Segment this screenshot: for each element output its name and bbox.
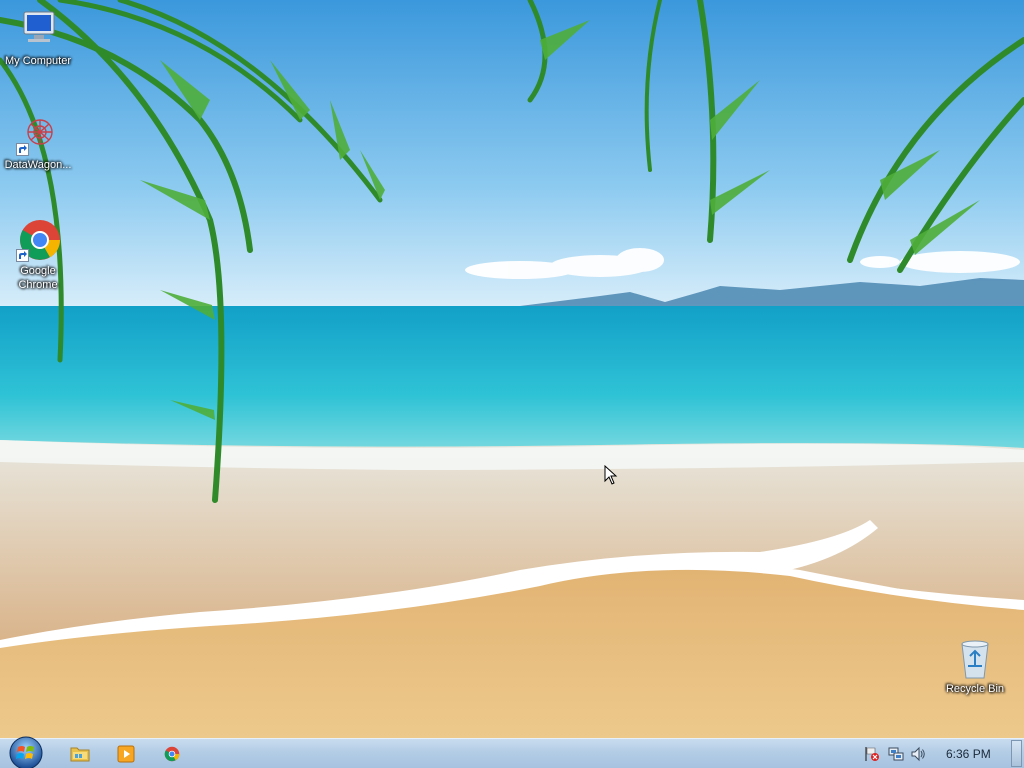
recycle-bin-icon [953,636,997,680]
shortcut-arrow-icon [16,143,29,156]
media-player-icon [117,745,135,763]
action-center-flag-icon[interactable] [864,746,880,762]
desktop-icon-label: My Computer [4,55,72,67]
network-icon[interactable] [888,746,904,762]
taskbar-pin-media-player[interactable] [106,741,146,767]
folder-icon [70,747,90,762]
desktop-icon-label: DataWagon... [4,159,72,171]
desktop-icon-label: Recycle Bin [945,683,1005,695]
taskbar: 6:36 PM [0,735,1024,768]
taskbar-clock[interactable]: 6:36 PM [946,747,991,761]
show-desktop-button[interactable] [1011,740,1022,767]
desktop-icon-recycle-bin[interactable]: Recycle Bin [937,636,1013,696]
volume-icon[interactable] [910,746,926,762]
desktop-icon-datawagon[interactable]: DataWagon... [0,112,76,172]
datawagon-icon [16,112,60,156]
taskbar-pin-explorer[interactable] [60,741,100,767]
desktop-icon-my-computer[interactable]: My Computer [0,8,76,68]
shortcut-arrow-icon [16,249,29,262]
desktop-icon-label: Google Chrome [18,265,58,291]
start-button[interactable] [8,735,44,768]
desktop-icon-google-chrome[interactable]: Google Chrome [0,218,76,292]
chrome-icon [16,218,60,262]
beach-wallpaper [0,0,1024,738]
desktop[interactable]: My Computer DataWagon... Google Chrome R… [0,0,1024,768]
taskbar-pin-chrome[interactable] [152,741,192,767]
computer-icon [16,8,60,52]
windows-logo-icon [9,736,43,768]
mouse-cursor-icon [604,465,618,485]
system-tray: 6:36 PM [860,739,1024,768]
chrome-icon [164,746,180,762]
